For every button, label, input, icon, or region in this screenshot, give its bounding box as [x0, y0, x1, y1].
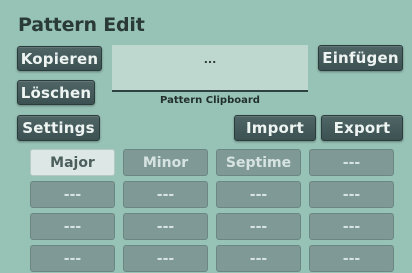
- pattern-slot-empty[interactable]: ---: [216, 181, 301, 208]
- pattern-slot-empty[interactable]: ---: [309, 213, 394, 240]
- clipboard-label: Pattern Clipboard: [160, 95, 260, 106]
- pattern-slot-major[interactable]: Major: [30, 149, 115, 176]
- pattern-slot-empty[interactable]: ---: [30, 245, 115, 272]
- export-button[interactable]: Export: [321, 115, 403, 141]
- pattern-slot-empty[interactable]: ---: [123, 213, 208, 240]
- pattern-slot-septime[interactable]: Septime: [216, 149, 301, 176]
- clipboard-value: ...: [203, 53, 217, 66]
- pattern-slot-empty[interactable]: ---: [216, 245, 301, 272]
- pattern-slot-empty[interactable]: ---: [30, 213, 115, 240]
- page-title: Pattern Edit: [18, 14, 145, 36]
- pattern-slot-empty[interactable]: ---: [216, 213, 301, 240]
- settings-button[interactable]: Settings: [17, 115, 100, 141]
- pattern-slot-empty[interactable]: ---: [309, 149, 394, 176]
- pattern-clipboard[interactable]: ...: [112, 45, 308, 92]
- pattern-grid: Major Minor Septime --- --- --- --- --- …: [30, 149, 394, 272]
- pattern-slot-empty[interactable]: ---: [123, 245, 208, 272]
- import-button[interactable]: Import: [234, 115, 316, 141]
- copy-button[interactable]: Kopieren: [17, 46, 102, 71]
- pattern-slot-empty[interactable]: ---: [309, 245, 394, 272]
- pattern-slot-empty[interactable]: ---: [123, 181, 208, 208]
- paste-button[interactable]: Einfügen: [318, 45, 403, 71]
- pattern-slot-empty[interactable]: ---: [309, 181, 394, 208]
- pattern-slot-minor[interactable]: Minor: [123, 149, 208, 176]
- delete-button[interactable]: Löschen: [17, 80, 95, 105]
- pattern-slot-empty[interactable]: ---: [30, 181, 115, 208]
